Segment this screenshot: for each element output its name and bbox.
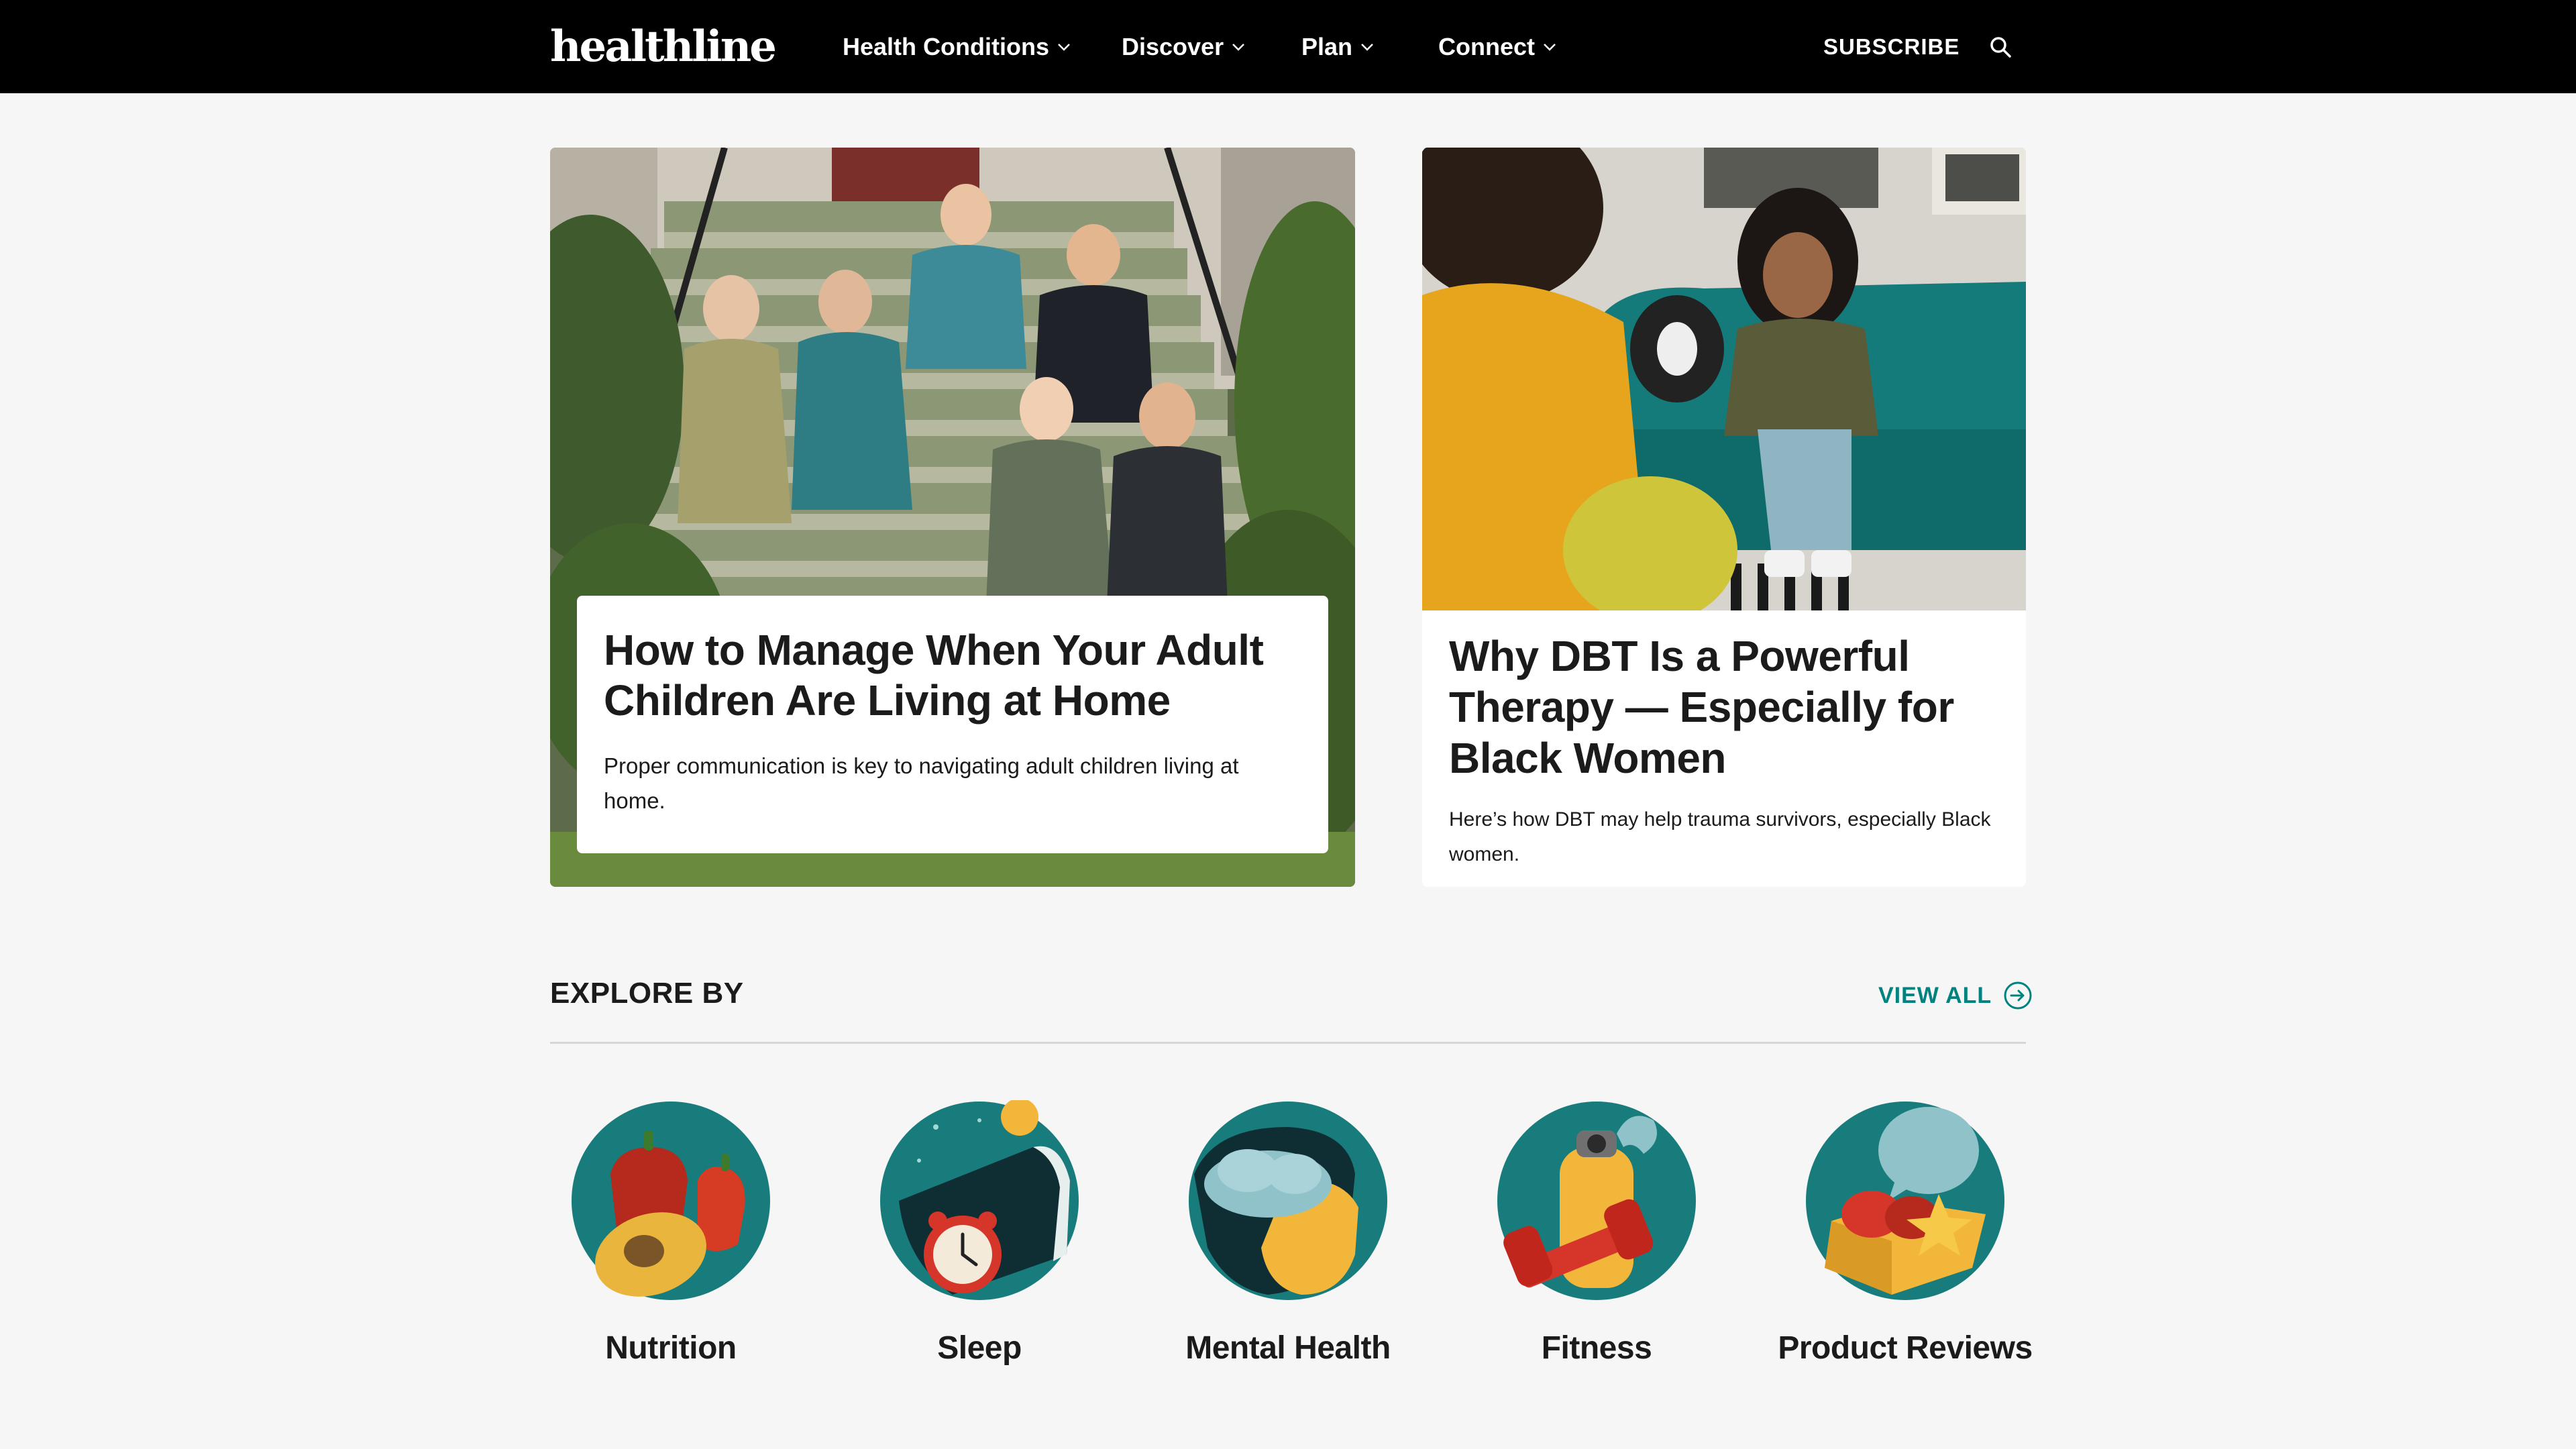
product-reviews-icon (1806, 1102, 2004, 1300)
nav-health-conditions[interactable]: Health Conditions (843, 30, 1071, 64)
mental-health-icon (1189, 1102, 1387, 1300)
therapy-session-photo (1422, 148, 2026, 610)
explore-by-heading: EXPLORE BY (550, 977, 744, 1010)
view-all-label: VIEW ALL (1878, 982, 1992, 1008)
nav-discover[interactable]: Discover (1122, 30, 1245, 64)
nav-health-conditions-label: Health Conditions (843, 33, 1049, 60)
nutrition-icon (572, 1102, 770, 1300)
nav-plan[interactable]: Plan (1301, 30, 1374, 64)
healthline-logo[interactable]: healthline (550, 20, 777, 74)
category-sleep[interactable]: Sleep (845, 1100, 1114, 1366)
subscribe-link[interactable]: SUBSCRIBE (1823, 30, 1960, 64)
nav-connect-label: Connect (1438, 33, 1535, 60)
article-description: Proper communication is key to navigatin… (604, 753, 1239, 813)
featured-article-adult-children-text: How to Manage When Your Adult Children A… (577, 596, 1328, 853)
category-nutrition[interactable]: Nutrition (537, 1100, 805, 1366)
search-icon (1990, 37, 2011, 58)
nav-plan-label: Plan (1301, 33, 1353, 60)
article-description: Here’s how DBT may help trauma survivors… (1449, 808, 1991, 865)
category-label: Sleep (937, 1330, 1022, 1366)
article-title[interactable]: Why DBT Is a Powerful Therapy — Especial… (1449, 631, 2006, 784)
fitness-icon (1497, 1102, 1696, 1300)
view-all-link[interactable]: VIEW ALL (1878, 977, 2033, 1014)
chevron-down-icon (1361, 44, 1373, 51)
chevron-down-icon (1058, 44, 1070, 51)
category-fitness[interactable]: Fitness (1462, 1100, 1731, 1366)
category-label: Nutrition (605, 1330, 737, 1366)
top-navigation: healthline Health Conditions Discover Pl… (0, 0, 2576, 93)
featured-article-adult-children[interactable]: How to Manage When Your Adult Children A… (550, 148, 1355, 887)
featured-article-dbt-therapy[interactable]: Why DBT Is a Powerful Therapy — Especial… (1422, 148, 2026, 887)
chevron-down-icon (1232, 44, 1244, 51)
category-product-reviews[interactable]: Product Reviews (1771, 1100, 2039, 1366)
section-divider (550, 1042, 2026, 1044)
sleep-icon (880, 1100, 1079, 1300)
featured-article-dbt-therapy-text: Why DBT Is a Powerful Therapy — Especial… (1449, 631, 2006, 872)
arrow-circle-right-icon (2004, 981, 2032, 1010)
chevron-down-icon (1544, 44, 1556, 51)
category-mental-health[interactable]: Mental Health (1154, 1100, 1422, 1366)
nav-discover-label: Discover (1122, 33, 1224, 60)
article-title[interactable]: How to Manage When Your Adult Children A… (604, 625, 1301, 726)
nav-connect[interactable]: Connect (1438, 30, 1556, 64)
category-label: Product Reviews (1778, 1330, 2033, 1366)
search-button[interactable] (1986, 32, 2015, 62)
category-label: Mental Health (1185, 1330, 1391, 1366)
category-label: Fitness (1541, 1330, 1652, 1366)
